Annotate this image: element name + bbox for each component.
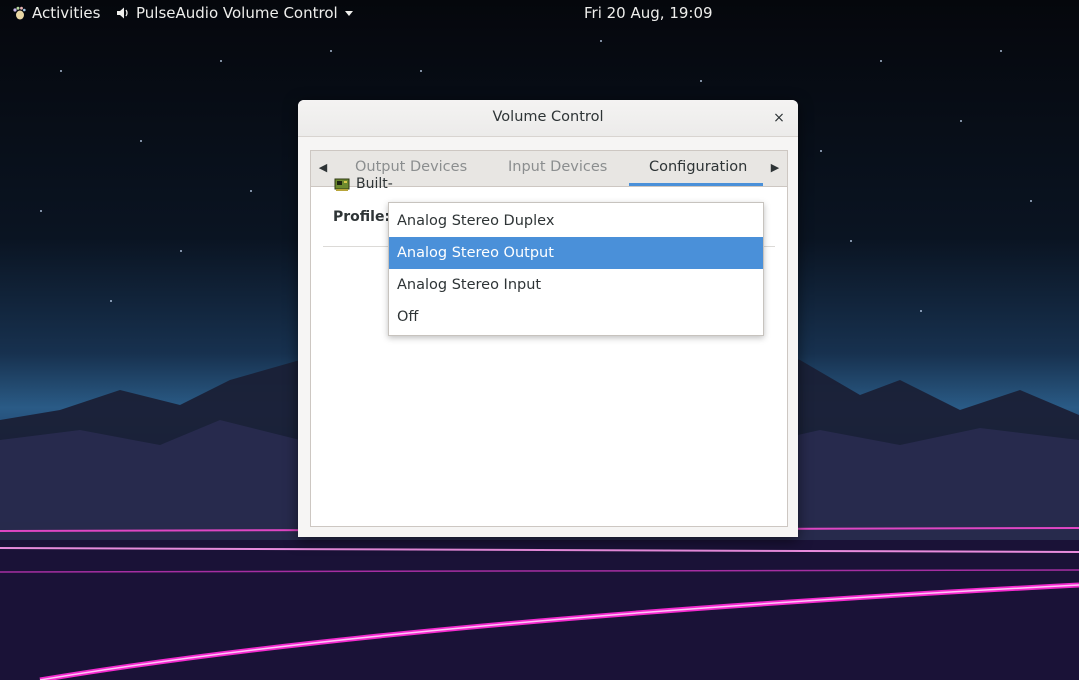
tab-input-devices[interactable]: Input Devices — [508, 159, 607, 175]
window-titlebar[interactable]: Volume Control × — [298, 100, 798, 137]
arrow-right-icon[interactable]: ▶ — [767, 160, 783, 176]
menu-item-analog-stereo-input[interactable]: Analog Stereo Input — [389, 269, 763, 301]
active-tab-indicator — [629, 183, 763, 186]
clock[interactable]: Fri 20 Aug, 19:09 — [584, 4, 713, 22]
sound-card-icon — [334, 178, 350, 191]
menu-item-analog-stereo-output[interactable]: Analog Stereo Output — [389, 237, 763, 269]
activities-button[interactable]: Activities — [12, 4, 100, 22]
speaker-icon — [117, 7, 128, 19]
tab-configuration[interactable]: Configuration — [649, 159, 747, 175]
gnome-foot-icon — [13, 6, 26, 20]
app-menu-button[interactable]: PulseAudio Volume Control — [116, 4, 354, 22]
caret-down-icon — [344, 11, 353, 16]
arrow-left-icon[interactable]: ◀ — [315, 160, 331, 176]
profile-label: Profile: — [333, 209, 391, 225]
menu-item-off[interactable]: Off — [389, 301, 763, 333]
close-icon[interactable]: × — [770, 109, 788, 127]
app-menu-label: PulseAudio Volume Control — [136, 4, 338, 22]
card-name: Built- — [356, 176, 393, 192]
tab-output-devices[interactable]: Output Devices — [355, 159, 467, 175]
activities-label: Activities — [32, 4, 101, 22]
profile-dropdown-menu: Analog Stereo Duplex Analog Stereo Outpu… — [388, 202, 764, 336]
window-title: Volume Control — [492, 109, 604, 125]
menu-item-analog-stereo-duplex[interactable]: Analog Stereo Duplex — [389, 205, 763, 237]
top-bar: Activities PulseAudio Volume Control Fri… — [0, 0, 1079, 26]
